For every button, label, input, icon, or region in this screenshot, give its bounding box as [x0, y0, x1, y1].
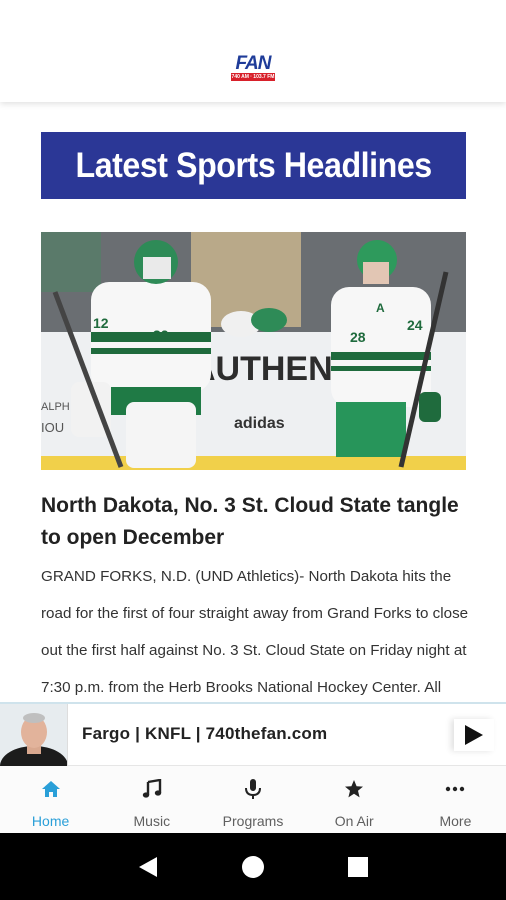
home-circle-icon	[241, 855, 264, 878]
logo-wordmark: FAN	[231, 54, 275, 73]
tab-home[interactable]: Home	[0, 766, 101, 833]
station-name: Fargo | KNFL | 740thefan.com	[82, 724, 328, 743]
svg-text:AUTHENT: AUTHENT	[191, 350, 354, 388]
microphone-icon	[245, 779, 261, 799]
tab-more[interactable]: More	[405, 766, 506, 833]
article-image[interactable]: AUTHENT adidas ALPH T IOU 32 12 28 24 A	[41, 232, 466, 470]
android-nav-bar	[0, 833, 506, 900]
recents-square-icon	[348, 856, 369, 877]
home-icon	[41, 781, 60, 797]
svg-text:32: 32	[153, 327, 169, 343]
tab-programs-label: Programs	[222, 813, 284, 829]
svg-text:adidas: adidas	[234, 415, 285, 432]
svg-text:A: A	[376, 301, 385, 315]
headlines-banner-title: Latest Sports Headlines	[75, 145, 432, 185]
tab-programs[interactable]: Programs	[202, 766, 303, 833]
logo-frequency: 740 AM · 103.7 FM	[231, 73, 275, 81]
article-title[interactable]: North Dakota, No. 3 St. Cloud State tang…	[41, 490, 466, 554]
nav-home-button[interactable]	[238, 852, 268, 882]
play-button[interactable]	[454, 719, 494, 751]
now-playing-bar[interactable]: Fargo | KNFL | 740thefan.com	[0, 702, 506, 766]
tab-on-air-label: On Air	[334, 813, 374, 829]
svg-text:24: 24	[407, 317, 423, 333]
music-note-icon	[142, 779, 161, 798]
tab-more-label: More	[439, 813, 472, 829]
star-icon	[345, 780, 364, 798]
main-content[interactable]: Latest Sports Headlines AUTHENT adidas A…	[0, 102, 506, 702]
more-dots-icon	[446, 786, 465, 792]
tab-on-air[interactable]: On Air	[304, 766, 405, 833]
hockey-photo-illustration: AUTHENT adidas ALPH T IOU 32 12 28 24 A	[41, 232, 466, 470]
svg-text:IOU: IOU	[41, 420, 64, 435]
nav-recents-button[interactable]	[343, 852, 373, 882]
tab-music[interactable]: Music	[101, 766, 202, 833]
nav-back-button[interactable]	[133, 852, 163, 882]
app-header: FAN 740 AM · 103.7 FM	[0, 0, 506, 102]
svg-text:12: 12	[93, 315, 109, 331]
back-triangle-icon	[138, 856, 157, 877]
play-icon	[465, 725, 483, 745]
svg-text:28: 28	[350, 329, 366, 345]
article-body: GRAND FORKS, N.D. (UND Athletics)- North…	[41, 568, 469, 696]
host-avatar	[0, 704, 68, 766]
bottom-tab-bar: Home Music Programs On Air More	[0, 766, 506, 833]
headlines-banner: Latest Sports Headlines	[41, 132, 466, 199]
tab-home-label: Home	[31, 813, 70, 829]
tab-music-label: Music	[133, 813, 171, 829]
station-logo[interactable]: FAN 740 AM · 103.7 FM	[231, 54, 275, 82]
